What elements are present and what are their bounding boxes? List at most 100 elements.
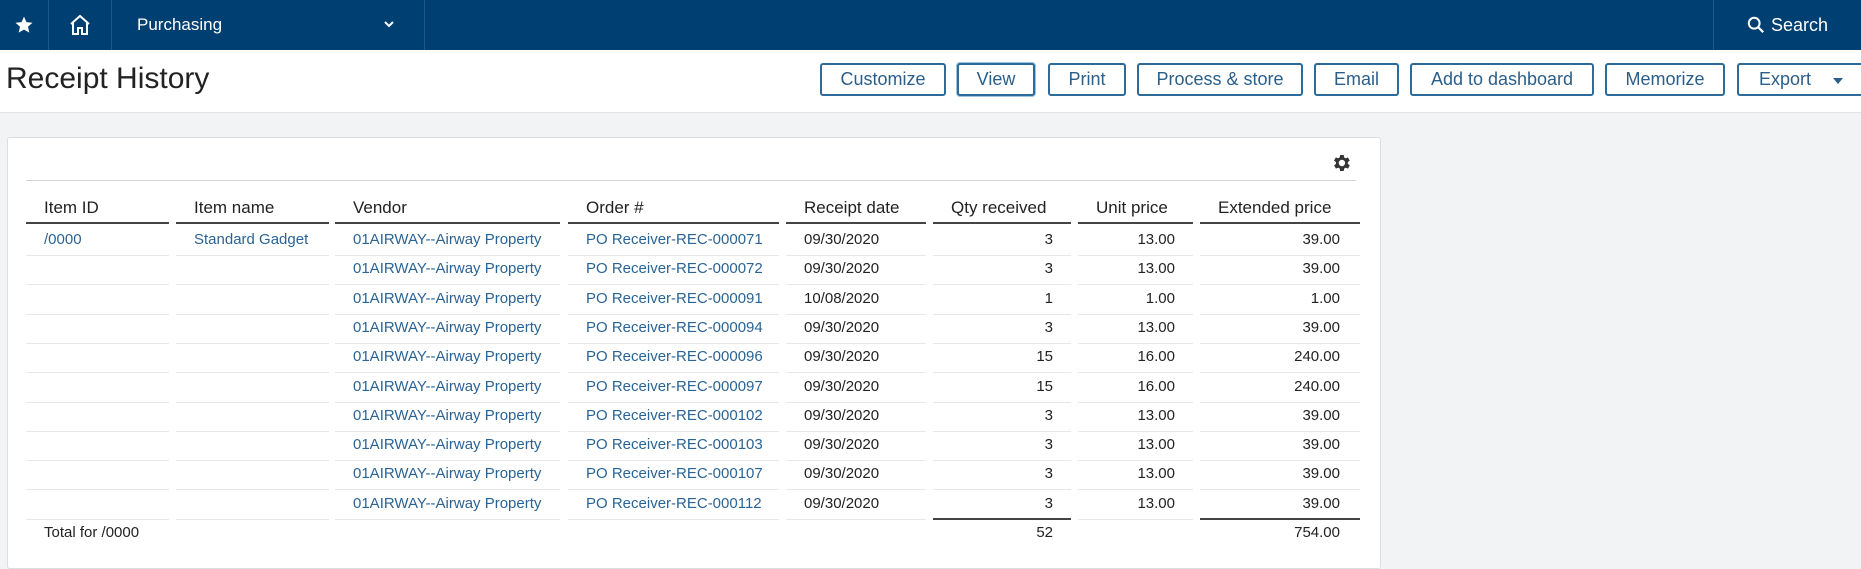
row-divider xyxy=(568,489,779,491)
app-switcher-dropdown[interactable]: Purchasing xyxy=(112,0,424,50)
header-underline xyxy=(176,222,329,224)
table-cell-ext: 39.00 xyxy=(1302,436,1340,454)
row-divider xyxy=(786,372,926,374)
row-divider xyxy=(568,342,779,344)
table-cell-unit: 13.00 xyxy=(1137,406,1175,424)
row-divider xyxy=(26,460,169,462)
table-cell-item-id[interactable]: /0000 xyxy=(44,231,82,248)
add-to-dashboard-button[interactable]: Add to dashboard xyxy=(1410,63,1594,96)
row-divider xyxy=(933,342,1071,344)
header-qty-received[interactable]: Qty received xyxy=(951,198,1046,218)
table-cell-order[interactable]: PO Receiver-REC-000071 xyxy=(586,231,763,248)
search-button[interactable]: Search xyxy=(1714,0,1861,50)
table-cell-vendor[interactable]: 01AIRWAY--Airway Property xyxy=(353,407,541,424)
row-divider xyxy=(933,255,1071,256)
table-cell-ext: 39.00 xyxy=(1302,465,1340,483)
table-cell-order[interactable]: PO Receiver-REC-000107 xyxy=(586,465,763,482)
table-cell-order[interactable]: PO Receiver-REC-000112 xyxy=(586,495,762,512)
total-rule xyxy=(1200,518,1360,520)
row-divider xyxy=(1078,489,1193,491)
row-divider xyxy=(26,401,169,403)
table-cell-vendor[interactable]: 01AIRWAY--Airway Property xyxy=(353,290,541,307)
process-store-button[interactable]: Process & store xyxy=(1137,63,1303,96)
table-cell-qty: 3 xyxy=(1044,260,1053,278)
row-divider xyxy=(1200,430,1360,432)
table-cell-order[interactable]: PO Receiver-REC-000097 xyxy=(586,378,763,395)
table-cell-vendor[interactable]: 01AIRWAY--Airway Property xyxy=(353,465,541,482)
export-caret-icon[interactable] xyxy=(1831,76,1845,86)
row-divider xyxy=(176,518,329,520)
memorize-button[interactable]: Memorize xyxy=(1605,63,1725,96)
header-receipt-date[interactable]: Receipt date xyxy=(804,198,899,218)
table-cell-qty: 3 xyxy=(1044,465,1053,483)
table-cell-order[interactable]: PO Receiver-REC-000091 xyxy=(586,290,763,307)
row-divider xyxy=(176,313,329,315)
table-cell-date: 09/30/2020 xyxy=(804,377,880,395)
page-title: Receipt History xyxy=(6,62,210,95)
table-cell-order[interactable]: PO Receiver-REC-000072 xyxy=(586,260,763,277)
header-underline xyxy=(933,222,1071,224)
table-cell-ext: 39.00 xyxy=(1302,406,1340,424)
customize-button[interactable]: Customize xyxy=(820,63,946,96)
app-name: Purchasing xyxy=(137,15,223,34)
table-cell-vendor[interactable]: 01AIRWAY--Airway Property xyxy=(353,348,541,365)
header-order-number[interactable]: Order # xyxy=(586,198,644,218)
header-unit-price[interactable]: Unit price xyxy=(1096,198,1168,218)
table-cell-date: 09/30/2020 xyxy=(804,260,880,278)
table-cell-order[interactable]: PO Receiver-REC-000103 xyxy=(586,436,763,453)
top-nav-bar: Purchasing Search xyxy=(0,0,1861,50)
row-divider xyxy=(335,372,560,374)
header-underline xyxy=(1078,222,1193,224)
header-item-name[interactable]: Item name xyxy=(194,198,274,218)
table-cell-order[interactable]: PO Receiver-REC-000096 xyxy=(586,348,763,365)
row-divider xyxy=(335,518,560,520)
gear-icon[interactable] xyxy=(1330,152,1352,174)
search-icon xyxy=(1747,16,1764,33)
table-cell-order[interactable]: PO Receiver-REC-000102 xyxy=(586,407,763,424)
table-cell-vendor[interactable]: 01AIRWAY--Airway Property xyxy=(353,231,541,248)
row-divider xyxy=(335,489,560,491)
table-cell-qty: 15 xyxy=(1036,377,1053,395)
total-rule xyxy=(933,518,1071,520)
row-divider xyxy=(1078,401,1193,403)
home-button[interactable] xyxy=(49,0,111,50)
table-cell-unit: 13.00 xyxy=(1137,494,1175,512)
row-divider xyxy=(176,401,329,403)
favorites-button[interactable] xyxy=(0,0,48,50)
header-vendor[interactable]: Vendor xyxy=(353,198,407,218)
table-cell-vendor[interactable]: 01AIRWAY--Airway Property xyxy=(353,319,541,336)
search-label: Search xyxy=(1770,14,1829,35)
table-cell-unit: 16.00 xyxy=(1137,377,1175,395)
table-cell-ext: 240.00 xyxy=(1294,377,1340,395)
row-divider xyxy=(933,284,1071,286)
row-divider xyxy=(786,430,926,432)
row-divider xyxy=(1200,255,1360,256)
view-button[interactable]: View xyxy=(957,63,1035,96)
email-button[interactable]: Email xyxy=(1314,63,1399,96)
chevron-down-icon xyxy=(384,21,394,28)
row-divider xyxy=(26,372,169,374)
table-cell-vendor[interactable]: 01AIRWAY--Airway Property xyxy=(353,436,541,453)
row-divider xyxy=(335,430,560,432)
panel-divider xyxy=(26,180,1356,181)
row-divider xyxy=(1200,284,1360,286)
table-cell-item-name[interactable]: Standard Gadget xyxy=(194,231,308,248)
table-cell-vendor[interactable]: 01AIRWAY--Airway Property xyxy=(353,495,541,512)
row-divider xyxy=(176,430,329,432)
row-divider xyxy=(1200,401,1360,403)
row-divider xyxy=(786,518,926,520)
table-cell-order[interactable]: PO Receiver-REC-000094 xyxy=(586,319,763,336)
table-cell-vendor[interactable]: 01AIRWAY--Airway Property xyxy=(353,260,541,277)
header-underline xyxy=(786,222,926,224)
table-cell-ext: 39.00 xyxy=(1302,260,1340,278)
header-underline xyxy=(1200,222,1360,224)
header-extended-price[interactable]: Extended price xyxy=(1218,198,1331,218)
row-divider xyxy=(1078,460,1193,462)
header-item-id[interactable]: Item ID xyxy=(44,198,99,218)
table-cell-date: 09/30/2020 xyxy=(804,494,880,512)
row-divider xyxy=(1078,255,1193,256)
print-button[interactable]: Print xyxy=(1048,63,1126,96)
table-cell-date: 09/30/2020 xyxy=(804,406,880,424)
table-cell-vendor[interactable]: 01AIRWAY--Airway Property xyxy=(353,378,541,395)
row-divider xyxy=(26,313,169,315)
